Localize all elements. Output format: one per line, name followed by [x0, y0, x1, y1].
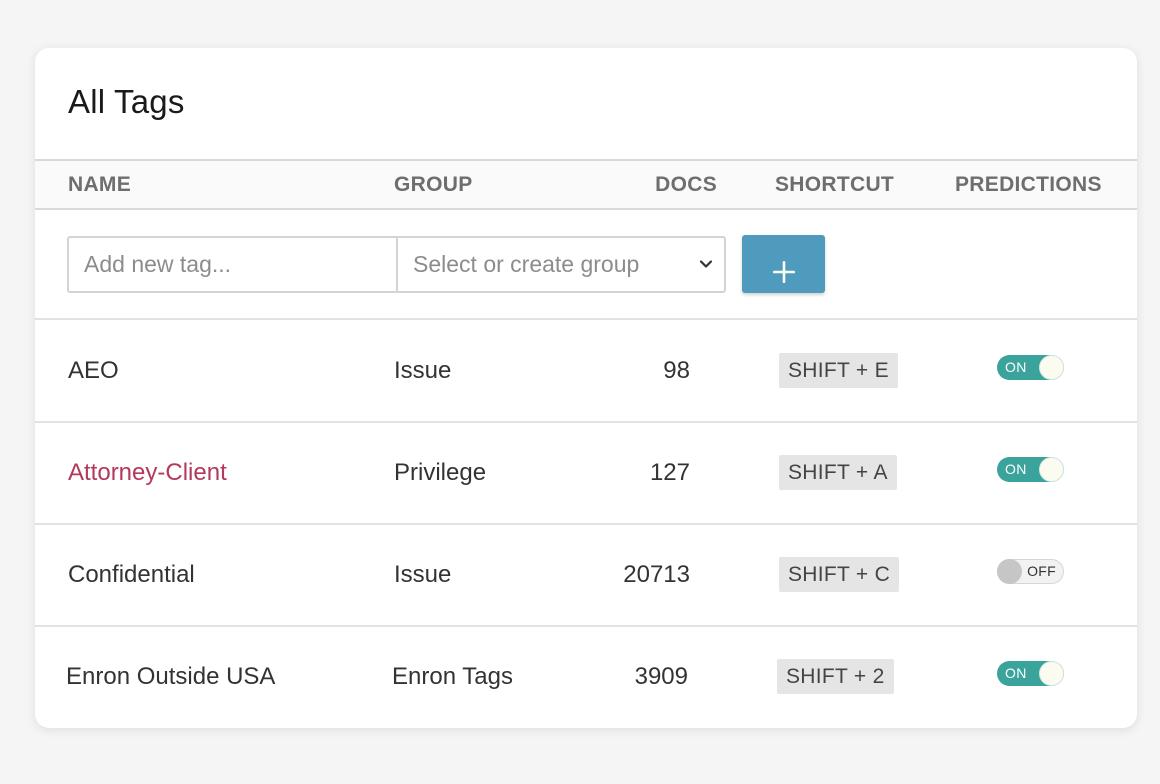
- tag-name-link[interactable]: Attorney-Client: [68, 422, 227, 523]
- toggle-knob: [1039, 661, 1064, 686]
- shortcut-badge: SHIFT + C: [779, 557, 900, 592]
- new-tag-input[interactable]: [67, 236, 397, 293]
- shortcut-badge: SHIFT + 2: [777, 659, 894, 694]
- shortcut-badge: SHIFT + E: [779, 353, 898, 388]
- toggle-knob: [1039, 355, 1064, 380]
- tag-group: Issue: [394, 357, 452, 384]
- tag-doc-count: 127: [649, 459, 690, 486]
- add-tag-row: Select or create group: [35, 210, 1137, 320]
- table-row: Enron Outside USA Enron Tags 3909 SHIFT …: [35, 626, 1137, 728]
- tag-name: Confidential: [68, 561, 195, 588]
- column-header-shortcut[interactable]: SHORTCUT: [775, 161, 894, 208]
- predictions-toggle[interactable]: OFF: [997, 559, 1064, 584]
- shortcut-badge: SHIFT + A: [779, 455, 897, 490]
- plus-icon: [772, 260, 795, 284]
- tag-name: AEO: [68, 357, 119, 384]
- chevron-down-icon: [699, 260, 713, 268]
- column-header-name[interactable]: NAME: [68, 161, 131, 208]
- tag-doc-count: 3909: [634, 663, 688, 690]
- toggle-state-label: ON: [1005, 359, 1027, 375]
- tag-group: Issue: [394, 561, 452, 588]
- table-row: Attorney-Client Privilege 127 SHIFT + A …: [35, 422, 1137, 525]
- group-select[interactable]: Select or create group: [396, 236, 726, 293]
- page-title: All Tags: [68, 83, 185, 120]
- tags-card: All Tags NAME GROUP DOCS SHORTCUT PREDIC…: [35, 48, 1137, 728]
- predictions-toggle[interactable]: ON: [997, 355, 1064, 380]
- table-row: Confidential Issue 20713 SHIFT + C OFF: [35, 524, 1137, 627]
- toggle-knob: [997, 559, 1022, 584]
- tag-doc-count: 98: [663, 357, 690, 384]
- table-header: NAME GROUP DOCS SHORTCUT PREDICTIONS: [35, 159, 1137, 210]
- tag-group: Privilege: [394, 459, 487, 486]
- toggle-knob: [1039, 457, 1064, 482]
- predictions-toggle[interactable]: ON: [997, 457, 1064, 482]
- column-header-docs[interactable]: DOCS: [595, 161, 717, 208]
- add-tag-button[interactable]: [742, 235, 825, 293]
- tag-group: Enron Tags: [392, 663, 513, 690]
- toggle-state-label: ON: [1005, 461, 1027, 477]
- table-row: AEO Issue 98 SHIFT + E ON: [35, 320, 1137, 423]
- column-header-predictions[interactable]: PREDICTIONS: [955, 161, 1102, 208]
- group-select-placeholder: Select or create group: [413, 251, 640, 277]
- toggle-state-label: OFF: [1027, 563, 1056, 579]
- tag-doc-count: 20713: [623, 561, 690, 588]
- column-header-group[interactable]: GROUP: [394, 161, 473, 208]
- toggle-state-label: ON: [1005, 665, 1027, 681]
- tag-name: Enron Outside USA: [66, 663, 276, 690]
- predictions-toggle[interactable]: ON: [997, 661, 1064, 686]
